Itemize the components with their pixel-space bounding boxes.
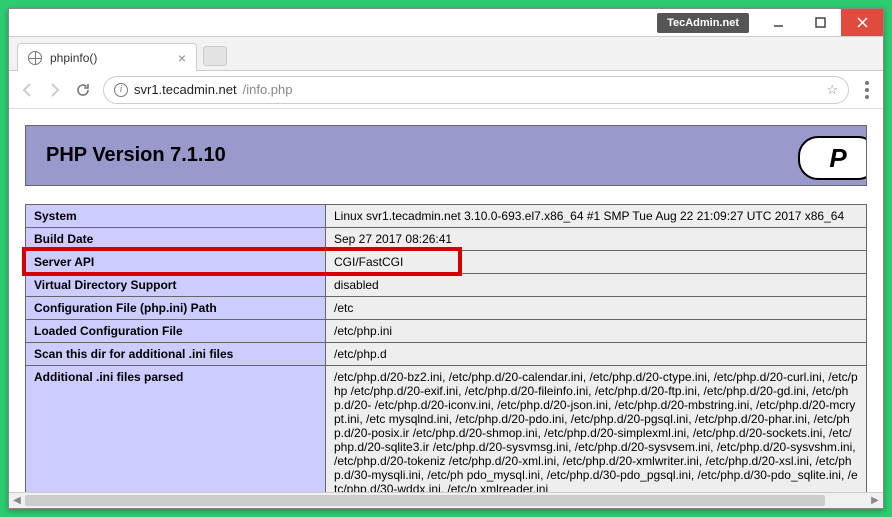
table-row: Configuration File (php.ini) Path/etc xyxy=(26,297,867,320)
info-key: Configuration File (php.ini) Path xyxy=(26,297,326,320)
info-key: Scan this dir for additional .ini files xyxy=(26,343,326,366)
browser-tab[interactable]: phpinfo() × xyxy=(17,43,197,71)
new-tab-button[interactable] xyxy=(203,46,227,66)
table-row: Build DateSep 27 2017 08:26:41 xyxy=(26,228,867,251)
php-logo: P xyxy=(798,136,867,180)
info-value: /etc/php.d/20-bz2.ini, /etc/php.d/20-cal… xyxy=(326,366,867,501)
phpinfo-table: SystemLinux svr1.tecadmin.net 3.10.0-693… xyxy=(25,204,867,501)
table-row: SystemLinux svr1.tecadmin.net 3.10.0-693… xyxy=(26,205,867,228)
window-maximize-button[interactable] xyxy=(799,9,841,36)
tab-close-icon[interactable]: × xyxy=(178,50,186,66)
url-input[interactable]: i svr1.tecadmin.net/info.php ☆ xyxy=(103,76,849,104)
address-bar: i svr1.tecadmin.net/info.php ☆ xyxy=(9,71,883,109)
site-badge: TecAdmin.net xyxy=(657,13,749,33)
browser-menu-button[interactable] xyxy=(861,77,873,103)
info-key: Additional .ini files parsed xyxy=(26,366,326,501)
url-host: svr1.tecadmin.net xyxy=(134,82,237,97)
back-button[interactable] xyxy=(19,82,35,98)
info-value: /etc/php.d xyxy=(326,343,867,366)
tab-strip: phpinfo() × xyxy=(9,37,883,71)
table-row: Loaded Configuration File/etc/php.ini xyxy=(26,320,867,343)
globe-icon xyxy=(28,51,42,65)
reload-button[interactable] xyxy=(75,82,91,98)
info-value: Linux svr1.tecadmin.net 3.10.0-693.el7.x… xyxy=(326,205,867,228)
tab-title: phpinfo() xyxy=(50,51,97,65)
info-key: System xyxy=(26,205,326,228)
horizontal-scrollbar[interactable]: ◀ ▶ xyxy=(9,492,883,508)
window-titlebar: TecAdmin.net xyxy=(9,9,883,37)
scroll-track[interactable] xyxy=(25,493,867,508)
info-key: Build Date xyxy=(26,228,326,251)
browser-window: TecAdmin.net phpinfo() × i svr1.t xyxy=(8,8,884,509)
scroll-thumb[interactable] xyxy=(25,495,825,506)
window-close-button[interactable] xyxy=(841,9,883,36)
info-key: Server API xyxy=(26,251,326,274)
info-key: Loaded Configuration File xyxy=(26,320,326,343)
site-info-icon[interactable]: i xyxy=(114,83,128,97)
php-version-banner: PHP Version 7.1.10 P xyxy=(25,125,867,186)
forward-button[interactable] xyxy=(47,82,63,98)
table-row: Scan this dir for additional .ini files/… xyxy=(26,343,867,366)
bookmark-icon[interactable]: ☆ xyxy=(826,82,838,98)
url-path: /info.php xyxy=(243,82,293,97)
scroll-right-icon[interactable]: ▶ xyxy=(867,495,883,506)
info-value: /etc xyxy=(326,297,867,320)
page-content: PHP Version 7.1.10 P SystemLinux svr1.te… xyxy=(9,109,883,508)
info-value: /etc/php.ini xyxy=(326,320,867,343)
scroll-left-icon[interactable]: ◀ xyxy=(9,495,25,506)
info-value: disabled xyxy=(326,274,867,297)
info-key: Virtual Directory Support xyxy=(26,274,326,297)
table-row: Virtual Directory Supportdisabled xyxy=(26,274,867,297)
table-row: Additional .ini files parsed/etc/php.d/2… xyxy=(26,366,867,501)
page-title: PHP Version 7.1.10 xyxy=(46,144,846,167)
info-value: CGI/FastCGI xyxy=(326,251,867,274)
window-minimize-button[interactable] xyxy=(757,9,799,36)
info-value: Sep 27 2017 08:26:41 xyxy=(326,228,867,251)
table-row: Server APICGI/FastCGI xyxy=(26,251,867,274)
